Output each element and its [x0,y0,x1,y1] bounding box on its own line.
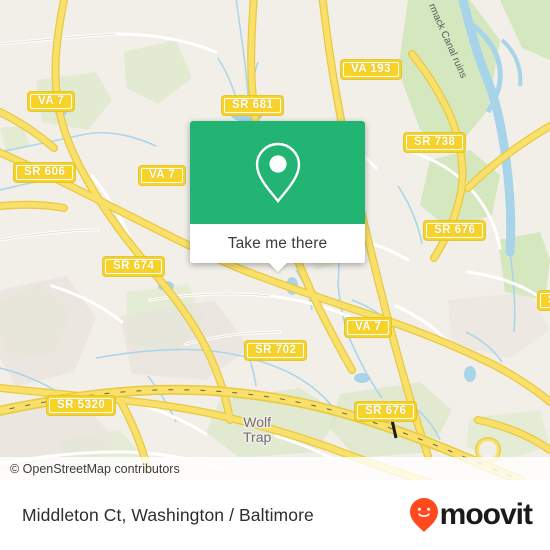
road-shield: VA 7 [139,166,186,185]
road-shield: SR 676 [424,221,486,240]
road-shield-label: SR 5320 [57,398,106,411]
road-shield: SR 5320 [47,396,116,415]
callout-image-panel [190,121,365,224]
road-shield: VA 7 [28,92,75,111]
moovit-wordmark: moovit [439,498,533,531]
take-me-there-label: Take me there [227,234,328,252]
map-canvas[interactable]: VA 7 SR 681 VA 193 SR 738 SR 606 VA 7 SR… [0,0,550,480]
road-shield: VA 7 [345,318,392,337]
road-shield-label: VA 7 [38,94,65,107]
location-title: Middleton Ct, Washington / Baltimore [22,504,314,525]
road-shield-label: VA 193 [351,62,392,75]
road-shield: SR 674 [103,257,165,276]
moovit-smiley-pin-icon [409,498,438,532]
road-shield-label: SR 702 [255,343,297,356]
footer-bar: Middleton Ct, Washington / Baltimore moo… [0,480,550,550]
road-shield: SR 681 [222,96,284,115]
road-shield-label: SR 681 [232,98,274,111]
screenshot-root: VA 7 SR 681 VA 193 SR 738 SR 606 VA 7 SR… [0,0,550,550]
road-shield-label: SR 674 [113,259,155,272]
road-shield: SR 606 [14,163,76,182]
road-shield: VA 193 [341,60,402,79]
road-shield-partial: S [538,291,550,310]
road-shield-label: SR 738 [414,135,456,148]
road-shield-label: VA 7 [355,320,382,333]
road-shield: SR 702 [245,341,307,360]
map-pin-icon [255,142,300,203]
road-shield: SR 676 [355,402,417,421]
take-me-there-button[interactable]: Take me there [190,224,365,263]
road-shield: SR 738 [404,133,466,152]
moovit-brand[interactable]: moovit [409,497,533,533]
attribution-text: © OpenStreetMap contributors [10,461,180,476]
road-shield-label: SR 676 [434,223,476,236]
map-attribution: © OpenStreetMap contributors [0,457,550,480]
location-callout-card[interactable]: Take me there [190,121,365,272]
road-shield-label: VA 7 [149,168,176,181]
road-shield-label: SR 676 [365,404,407,417]
callout-pointer [267,262,288,272]
road-shield-label: SR 606 [24,165,66,178]
